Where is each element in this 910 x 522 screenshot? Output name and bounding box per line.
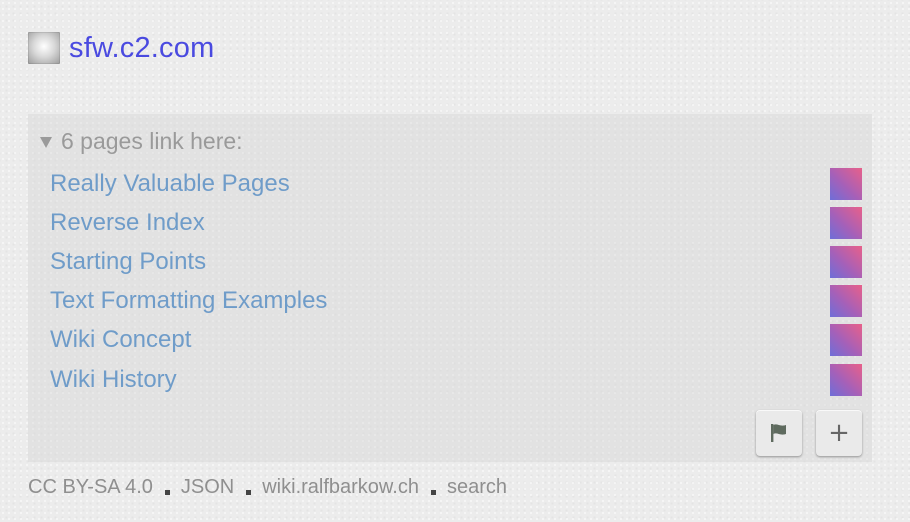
search-link[interactable]: search — [447, 476, 507, 499]
footer: CC BY-SA 4.0 JSON wiki.ralfbarkow.ch sea… — [28, 476, 507, 499]
plus-icon: + — [828, 418, 850, 448]
list-item: Wiki Concept — [50, 321, 862, 360]
host-link[interactable]: wiki.ralfbarkow.ch — [262, 476, 419, 499]
site-flag-icon[interactable] — [830, 324, 862, 357]
reference-link[interactable]: Reverse Index — [50, 209, 205, 237]
list-item: Reverse Index — [50, 203, 862, 242]
reference-link[interactable]: Really Valuable Pages — [50, 170, 290, 198]
references-toggle[interactable]: 6 pages link here: — [40, 128, 243, 155]
site-title-link[interactable]: sfw.c2.com — [69, 28, 214, 68]
list-item: Really Valuable Pages — [50, 164, 862, 203]
site-flag-icon[interactable] — [830, 285, 862, 318]
separator-dot — [164, 490, 170, 495]
reference-link[interactable]: Wiki Concept — [50, 326, 191, 354]
site-flag-icon[interactable] — [830, 363, 862, 396]
flag-icon — [771, 424, 786, 442]
site-header: sfw.c2.com — [28, 28, 214, 68]
references-panel: 6 pages link here: Really Valuable Pages… — [28, 114, 872, 462]
site-flag-icon[interactable] — [830, 167, 862, 200]
wiki-page: sfw.c2.com 6 pages link here: Really Val… — [0, 0, 910, 522]
json-link[interactable]: JSON — [181, 476, 234, 499]
fork-flag-button[interactable] — [756, 410, 802, 456]
list-item: Wiki History — [50, 360, 862, 399]
reference-link[interactable]: Text Formatting Examples — [50, 287, 327, 315]
site-flag-icon[interactable] — [830, 206, 862, 239]
separator-dot — [430, 490, 436, 495]
site-favicon-icon[interactable] — [28, 32, 60, 64]
references-list: Really Valuable Pages Reverse Index Star… — [50, 164, 862, 399]
reference-link[interactable]: Wiki History — [50, 366, 177, 394]
list-item: Text Formatting Examples — [50, 282, 862, 321]
disclosure-triangle-icon — [40, 137, 52, 148]
license-link[interactable]: CC BY-SA 4.0 — [28, 476, 153, 499]
list-item: Starting Points — [50, 242, 862, 281]
separator-dot — [246, 490, 252, 495]
reference-link[interactable]: Starting Points — [50, 248, 206, 276]
site-flag-icon[interactable] — [830, 245, 862, 278]
add-factory-button[interactable]: + — [816, 410, 862, 456]
references-header-label: 6 pages link here: — [61, 128, 243, 154]
